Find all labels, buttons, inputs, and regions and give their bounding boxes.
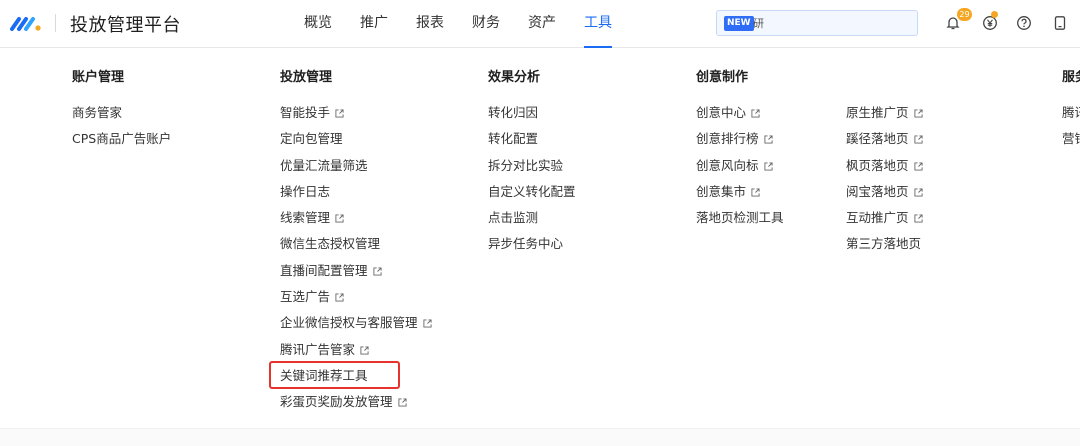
alert-dot <box>991 11 998 18</box>
menu-column-analysis: 效果分析 转化归因 转化配置 拆分对比实验 自定义转化配置 点击监测 异步任务中… <box>488 70 576 262</box>
logo-icon[interactable] <box>10 12 44 34</box>
menu-item[interactable]: 互选广告 <box>280 288 432 314</box>
menu-item[interactable]: 企业微信授权与客服管理 <box>280 314 432 340</box>
menu-item[interactable]: 转化配置 <box>488 130 576 156</box>
menu-item[interactable]: 微信生态授权管理 <box>280 235 432 261</box>
column-title-creative: 创意制作 <box>696 70 749 85</box>
main-nav: 概览 推广 报表 财务 资产 工具 <box>290 0 626 48</box>
external-link-icon <box>763 162 773 171</box>
external-link-icon <box>751 109 760 118</box>
notification-badge: 29 <box>957 8 972 21</box>
menu-item[interactable]: 原生推广页 <box>846 104 923 130</box>
external-link-icon <box>913 135 923 144</box>
search-input[interactable]: 研 <box>753 16 764 32</box>
nav-reports[interactable]: 报表 <box>402 0 458 48</box>
column-title-account: 账户管理 <box>72 70 125 85</box>
column-title-delivery: 投放管理 <box>280 70 333 85</box>
menu-column-service: 服务 腾讯 营销 <box>1062 70 1080 157</box>
menu-item[interactable]: 创意排行榜 <box>696 130 784 156</box>
menu-item[interactable]: 落地页检测工具 <box>696 209 784 235</box>
external-link-icon <box>335 293 344 302</box>
external-link-icon <box>335 214 344 223</box>
menu-column-landing-pages: 原生推广页 蹊径落地页 枫页落地页 阅宝落地页 互动推广页 第三方落地页 <box>846 70 923 262</box>
menu-item[interactable]: 线索管理 <box>280 209 432 235</box>
nav-tools[interactable]: 工具 <box>570 0 626 48</box>
footer-strip <box>0 428 1080 446</box>
menu-item[interactable]: 直播间配置管理 <box>280 262 432 288</box>
menu-item[interactable]: 商务管家 <box>72 104 171 130</box>
menu-column-account: 账户管理 商务管家 CPS商品广告账户 <box>72 70 171 157</box>
nav-overview[interactable]: 概览 <box>290 0 346 48</box>
external-link-icon <box>913 214 923 223</box>
external-link-icon <box>751 188 760 197</box>
external-link-icon <box>913 109 923 118</box>
external-link-icon <box>422 319 432 328</box>
menu-item[interactable]: 定向包管理 <box>280 130 432 156</box>
menu-item[interactable]: 转化归因 <box>488 104 576 130</box>
header-divider <box>55 14 56 32</box>
external-link-icon <box>763 135 773 144</box>
top-bar: 投放管理平台 概览 推广 报表 财务 资产 工具 NEW 研 29 <box>0 0 1080 48</box>
column-title-service: 服务 <box>1062 70 1080 85</box>
menu-item[interactable]: 创意风向标 <box>696 157 784 183</box>
menu-item[interactable]: 点击监测 <box>488 209 576 235</box>
menu-item[interactable]: 创意集市 <box>696 183 784 209</box>
menu-item[interactable]: 腾讯广告管家 <box>280 341 432 367</box>
menu-item[interactable]: 蹊径落地页 <box>846 130 923 156</box>
search-box[interactable]: NEW 研 <box>716 10 918 36</box>
brand-title[interactable]: 投放管理平台 <box>70 11 181 37</box>
menu-item[interactable]: 操作日志 <box>280 183 432 209</box>
help-icon[interactable] <box>1013 12 1035 34</box>
external-link-icon <box>397 398 407 407</box>
menu-item[interactable]: 阅宝落地页 <box>846 183 923 209</box>
menu-item[interactable]: 拆分对比实验 <box>488 157 576 183</box>
menu-item[interactable]: 智能投手 <box>280 104 432 130</box>
menu-item[interactable]: CPS商品广告账户 <box>72 130 171 156</box>
external-link-icon <box>372 267 382 276</box>
external-link-icon <box>360 346 369 355</box>
menu-item[interactable]: 彩蛋页奖励发放管理 <box>280 393 432 419</box>
menu-item[interactable]: 优量汇流量筛选 <box>280 157 432 183</box>
menu-column-delivery: 投放管理 智能投手 定向包管理 优量汇流量筛选 操作日志 线索管理 微信生态授权… <box>280 70 432 420</box>
menu-item[interactable]: 自定义转化配置 <box>488 183 576 209</box>
external-link-icon <box>335 109 344 118</box>
nav-finance[interactable]: 财务 <box>458 0 514 48</box>
nav-assets[interactable]: 资产 <box>514 0 570 48</box>
external-link-icon <box>913 162 923 171</box>
menu-item[interactable]: 腾讯 <box>1062 104 1080 130</box>
nav-promotion[interactable]: 推广 <box>346 0 402 48</box>
menu-item[interactable]: 第三方落地页 <box>846 235 923 261</box>
external-link-icon <box>913 188 923 197</box>
new-badge: NEW <box>724 16 754 31</box>
menu-item[interactable]: 创意中心 <box>696 104 784 130</box>
menu-column-creative: 创意制作 创意中心 创意排行榜 创意风向标 创意集市 落地页检测工具 <box>696 70 784 235</box>
menu-item[interactable]: 异步任务中心 <box>488 235 576 261</box>
menu-item-keyword-tool[interactable]: 关键词推荐工具 <box>280 367 432 393</box>
menu-item[interactable]: 互动推广页 <box>846 209 923 235</box>
menu-item[interactable]: 枫页落地页 <box>846 157 923 183</box>
column-title-analysis: 效果分析 <box>488 70 541 85</box>
device-icon[interactable] <box>1049 12 1071 34</box>
menu-item[interactable]: 营销 <box>1062 130 1080 156</box>
